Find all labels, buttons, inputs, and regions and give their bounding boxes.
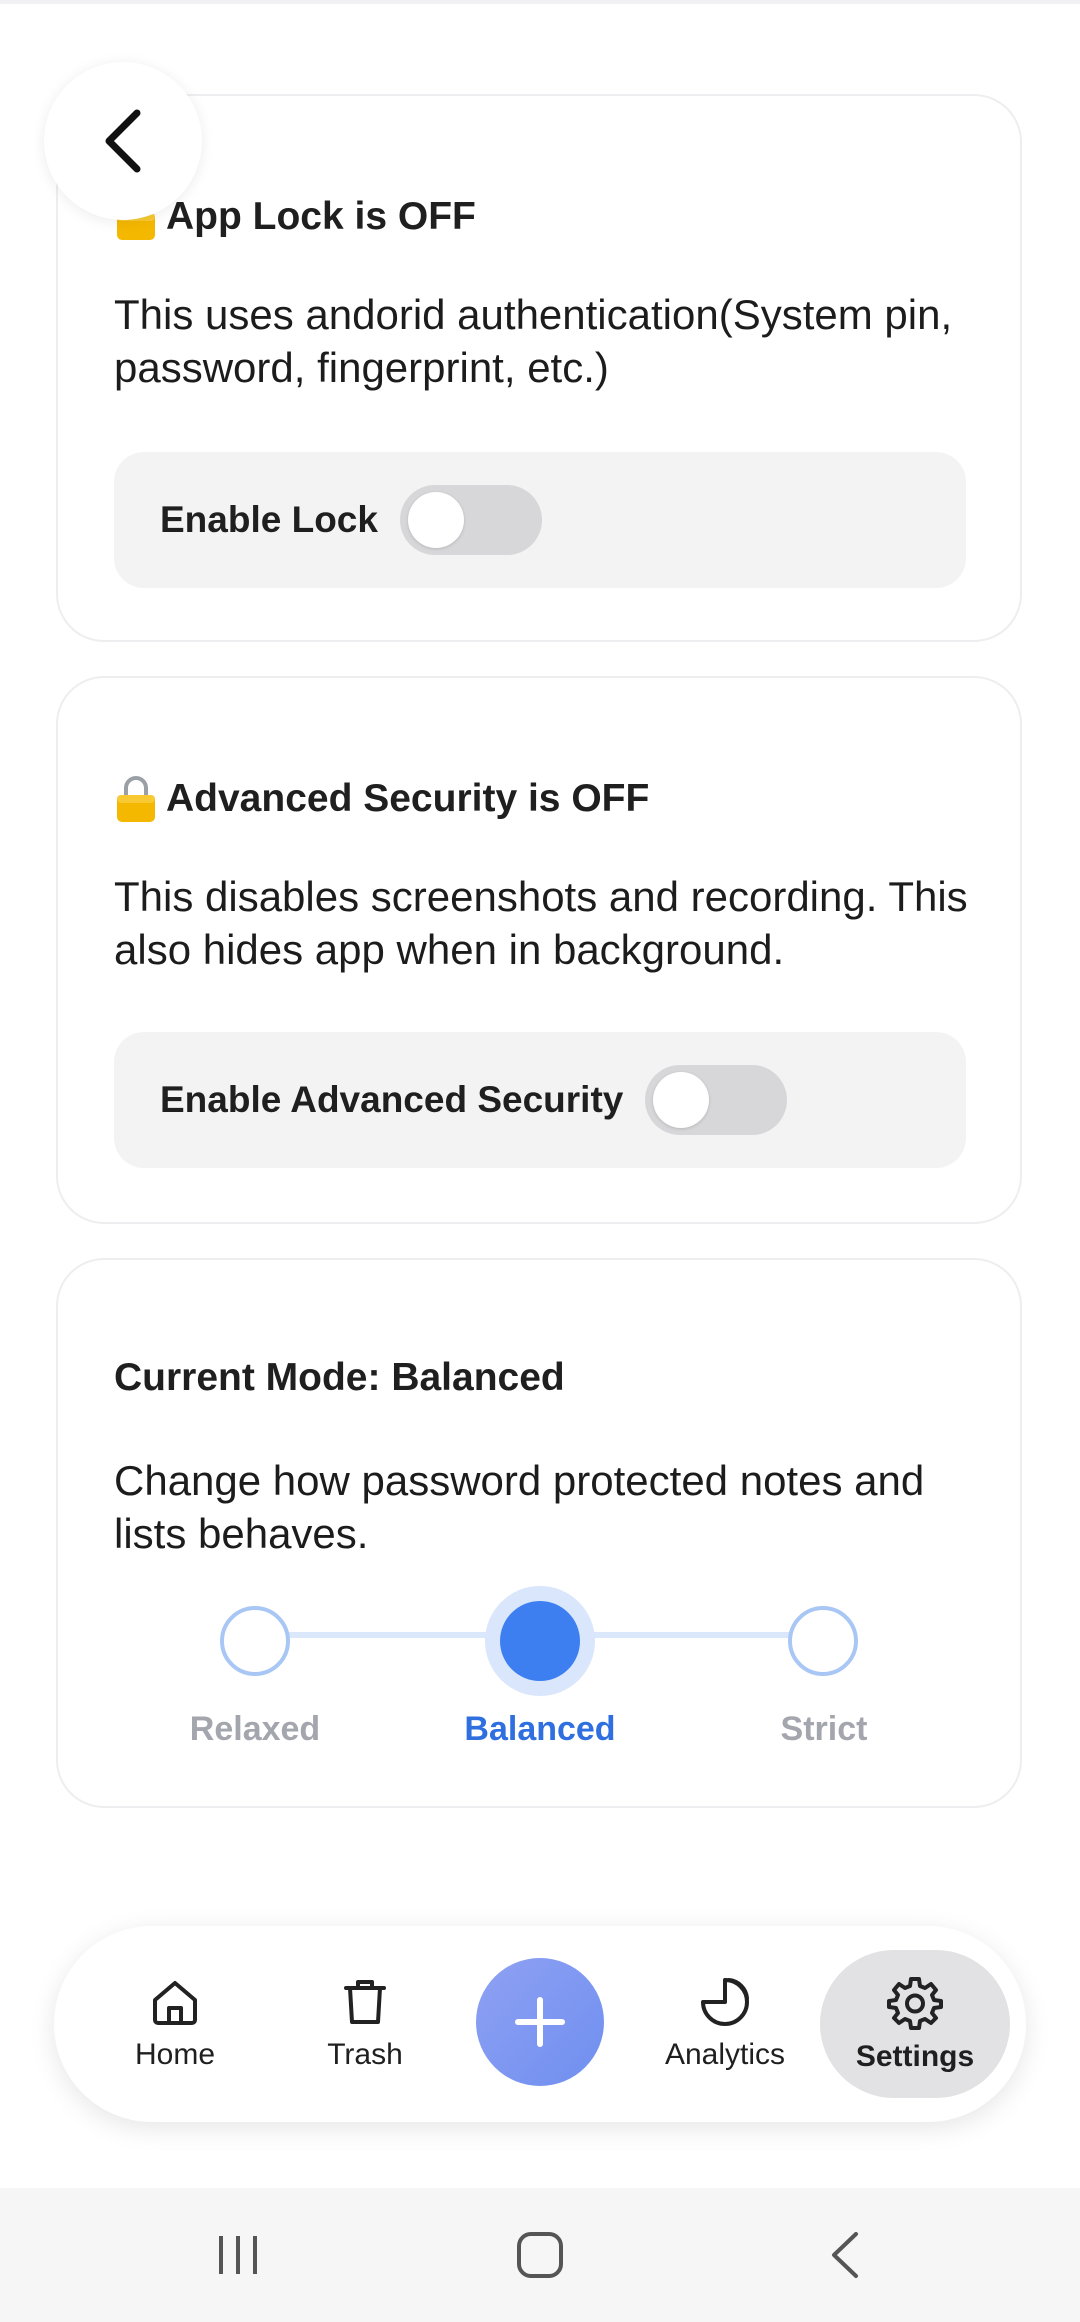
bottom-navigation: Home Trash Analytics Settings xyxy=(54,1926,1026,2122)
advanced-security-description: This disables screenshots and recording.… xyxy=(114,873,968,973)
toggle-knob xyxy=(653,1072,710,1128)
enable-advanced-security-toggle[interactable] xyxy=(645,1065,788,1135)
back-system-button[interactable] xyxy=(784,2188,904,2322)
nav-settings-label: Settings xyxy=(855,2040,975,2073)
enable-advanced-security-row[interactable]: Enable Advanced Security xyxy=(114,1032,966,1168)
advanced-security-title: Advanced Security is OFF xyxy=(114,774,649,824)
mode-label-balanced[interactable]: Balanced xyxy=(420,1710,660,1749)
mode-description: Change how password protected notes and … xyxy=(114,1457,925,1557)
system-navigation-bar xyxy=(0,2188,1080,2322)
nav-home[interactable]: Home xyxy=(100,1926,250,2122)
advanced-security-card: Advanced Security is OFF This disables s… xyxy=(56,676,1022,1224)
recent-apps-icon xyxy=(219,2236,257,2274)
nav-trash-label: Trash xyxy=(327,2038,403,2071)
enable-lock-row[interactable]: Enable Lock xyxy=(114,452,966,588)
home-square-icon xyxy=(517,2232,563,2278)
enable-advanced-security-label: Enable Advanced Security xyxy=(160,1079,624,1120)
home-icon xyxy=(153,1981,197,2025)
gear-icon xyxy=(887,1977,943,2030)
lock-icon xyxy=(117,776,155,822)
add-button[interactable] xyxy=(476,1958,604,2086)
nav-home-label: Home xyxy=(134,2038,216,2071)
app-lock-card: App Lock is OFF This uses andorid authen… xyxy=(56,94,1022,642)
mode-label-strict[interactable]: Strict xyxy=(704,1710,944,1749)
enable-lock-label: Enable Lock xyxy=(160,499,378,540)
mode-option-strict[interactable] xyxy=(788,1606,858,1676)
enable-lock-toggle[interactable] xyxy=(399,485,542,555)
nav-analytics-label: Analytics xyxy=(664,2038,786,2071)
app-lock-title-text: App Lock is OFF xyxy=(166,195,476,238)
nav-analytics[interactable]: Analytics xyxy=(650,1926,800,2122)
chevron-left-icon xyxy=(105,109,141,173)
back-chevron-icon xyxy=(832,2232,858,2278)
nav-trash[interactable]: Trash xyxy=(290,1926,440,2122)
app-lock-description: This uses andorid authentication(System … xyxy=(114,291,953,391)
nav-settings[interactable]: Settings xyxy=(820,1950,1010,2098)
pie-chart-icon xyxy=(701,1978,749,2026)
mode-title: Current Mode: Balanced xyxy=(114,1356,565,1399)
plus-icon xyxy=(515,1997,565,2047)
top-divider xyxy=(0,0,1080,4)
back-button[interactable] xyxy=(44,62,202,220)
mode-label-relaxed[interactable]: Relaxed xyxy=(135,1710,375,1749)
home-system-button[interactable] xyxy=(480,2188,600,2322)
recent-apps-button[interactable] xyxy=(178,2188,298,2322)
mode-option-relaxed[interactable] xyxy=(220,1606,290,1676)
advanced-security-title-text: Advanced Security is OFF xyxy=(166,777,650,820)
mode-option-balanced[interactable] xyxy=(500,1601,580,1681)
trash-icon xyxy=(344,1980,386,2024)
toggle-knob xyxy=(407,492,464,548)
